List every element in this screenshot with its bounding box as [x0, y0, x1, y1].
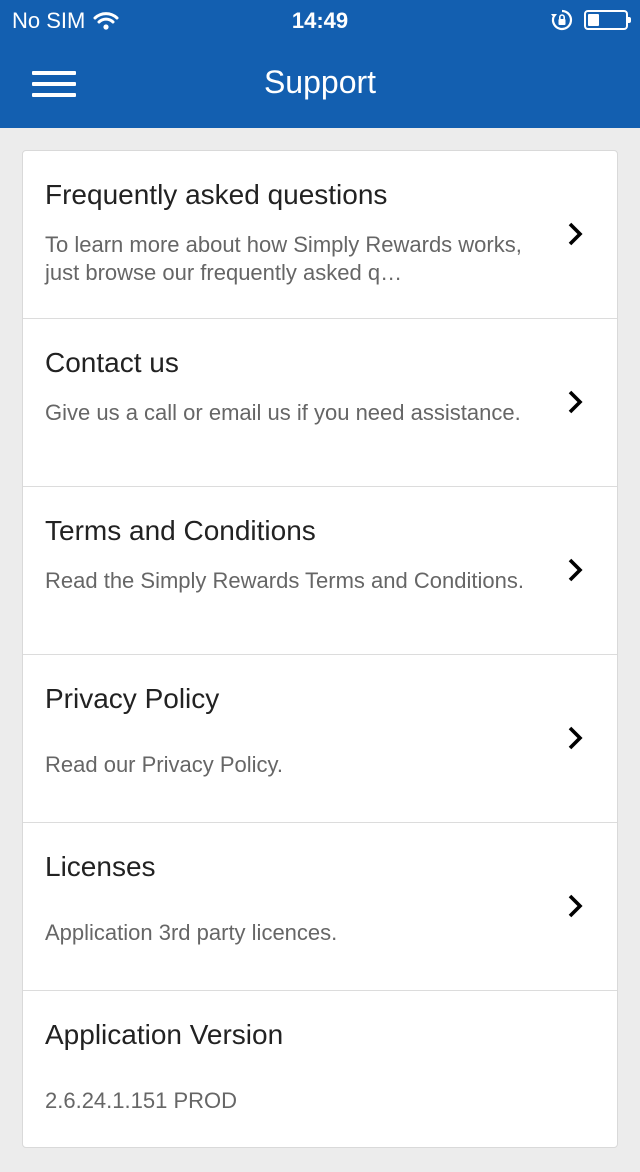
list-item-terms[interactable]: Terms and Conditions Read the Simply Rew…	[23, 487, 617, 655]
rotation-lock-icon	[551, 9, 573, 31]
app-version-value: 2.6.24.1.151 PROD	[45, 1088, 238, 1113]
list-item-title: Licenses	[45, 851, 156, 882]
list-item-privacy[interactable]: Privacy Policy Read our Privacy Policy.	[23, 655, 617, 823]
chevron-right-icon	[568, 390, 583, 414]
list-item-licenses[interactable]: Licenses Application 3rd party licences.	[23, 823, 617, 991]
status-time: 14:49	[291, 8, 349, 33]
status-bar: No SIM 14:49	[0, 0, 640, 40]
list-item-title: Privacy Policy	[45, 683, 220, 714]
app-version-title: Application Version	[45, 1019, 284, 1050]
list-item-description: Read our Privacy Policy.	[45, 752, 284, 777]
chevron-right-icon	[568, 558, 583, 582]
list-item-title: Frequently asked questions	[45, 179, 388, 210]
list-item-description: Give us a call or email us if you need a…	[45, 400, 521, 425]
list-item-description: To learn more about how Simply Rewards w…	[45, 232, 522, 285]
battery-level	[588, 14, 599, 26]
battery-icon	[584, 10, 631, 30]
chevron-right-icon	[568, 894, 583, 918]
list-item-description: Application 3rd party licences.	[45, 920, 338, 945]
chevron-right-icon	[568, 726, 583, 750]
list-item-contact[interactable]: Contact us Give us a call or email us if…	[23, 319, 617, 487]
page-title: Support	[263, 64, 377, 100]
list-item-title: Contact us	[45, 347, 179, 378]
app-version-item: Application Version 2.6.24.1.151 PROD	[23, 991, 617, 1147]
list-item-description: Read the Simply Rewards Terms and Condit…	[45, 568, 524, 593]
list-item-faq[interactable]: Frequently asked questions To learn more…	[23, 151, 617, 319]
support-list: Frequently asked questions To learn more…	[22, 150, 618, 1148]
chevron-right-icon	[568, 222, 583, 246]
nav-bar: Support	[0, 40, 640, 128]
list-item-title: Terms and Conditions	[45, 515, 316, 546]
status-right-icons	[550, 8, 631, 32]
